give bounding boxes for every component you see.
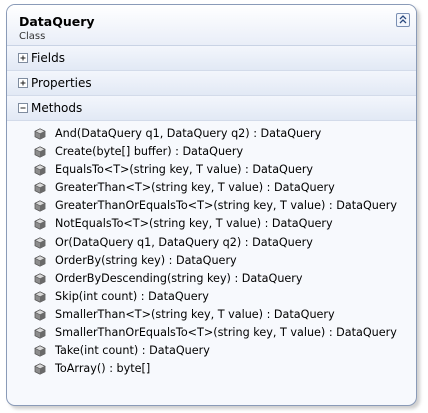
method-row[interactable]: Take(int count) : DataQuery [7,342,416,360]
method-row[interactable]: GreaterThan<T>(string key, T value) : Da… [7,179,416,197]
method-signature: Skip(int count) : DataQuery [55,289,209,303]
method-row[interactable]: And(DataQuery q1, DataQuery q2) : DataQu… [7,125,416,143]
method-row[interactable]: OrderByDescending(string key) : DataQuer… [7,270,416,288]
method-cube-icon [34,345,46,357]
method-signature: NotEqualsTo<T>(string key, T value) : Da… [55,217,333,231]
method-cube-icon [34,182,46,194]
method-row[interactable]: OrderBy(string key) : DataQuery [7,252,416,270]
section-methods-label: Methods [31,101,83,115]
method-row[interactable]: Skip(int count) : DataQuery [7,288,416,306]
method-row[interactable]: Or(DataQuery q1, DataQuery q2) : DataQue… [7,234,416,252]
section-properties[interactable]: Properties [7,71,416,96]
method-cube-icon [34,128,46,140]
method-row[interactable]: SmallerThanOrEqualsTo<T>(string key, T v… [7,324,416,342]
method-cube-icon [34,200,46,213]
class-title: DataQuery [19,14,95,29]
expand-plus-icon[interactable] [18,53,28,63]
method-signature: GreaterThan<T>(string key, T value) : Da… [55,181,335,195]
collapse-minus-icon[interactable] [18,103,28,113]
method-signature: SmallerThanOrEqualsTo<T>(string key, T v… [55,326,397,340]
method-row[interactable]: GreaterThanOrEqualsTo<T>(string key, T v… [7,197,416,215]
method-signature: And(DataQuery q1, DataQuery q2) : DataQu… [55,127,322,140]
method-signature: Create(byte[] buffer) : DataQuery [55,145,244,159]
method-list: And(DataQuery q1, DataQuery q2) : DataQu… [7,121,416,379]
method-row[interactable]: ToArray() : byte[] [7,360,416,378]
method-cube-icon [34,363,46,375]
expand-plus-icon[interactable] [18,78,28,88]
method-cube-icon [34,309,46,321]
method-cube-icon [34,164,46,176]
method-cube-icon [34,327,46,339]
section-methods[interactable]: Methods [7,96,416,121]
section-fields[interactable]: Fields [7,46,416,71]
section-fields-label: Fields [31,51,65,65]
method-row[interactable]: EqualsTo<T>(string key, T value) : DataQ… [7,161,416,179]
method-cube-icon [34,291,46,303]
method-row[interactable]: SmallerThan<T>(string key, T value) : Da… [7,306,416,324]
method-row[interactable]: NotEqualsTo<T>(string key, T value) : Da… [7,215,416,233]
method-signature: OrderByDescending(string key) : DataQuer… [55,271,303,285]
section-properties-label: Properties [31,76,92,90]
method-signature: Or(DataQuery q1, DataQuery q2) : DataQue… [55,235,313,249]
method-cube-icon [34,236,46,249]
method-signature: SmallerThan<T>(string key, T value) : Da… [55,307,335,321]
class-header: DataQuery Class [7,5,416,46]
class-box-dataquery[interactable]: DataQuery Class Fields Properties Method… [6,4,417,406]
method-signature: EqualsTo<T>(string key, T value) : DataQ… [55,163,314,177]
method-cube-icon [34,273,46,285]
class-stereotype: Class [19,31,46,42]
method-cube-icon [34,146,46,158]
method-row[interactable]: Create(byte[] buffer) : DataQuery [7,143,416,161]
method-signature: ToArray() : byte[] [55,362,151,376]
double-chevron-up-icon[interactable] [396,13,410,27]
method-cube-icon [34,218,46,231]
method-signature: GreaterThanOrEqualsTo<T>(string key, T v… [55,199,397,213]
method-cube-icon [34,255,46,267]
method-signature: OrderBy(string key) : DataQuery [55,253,237,267]
method-signature: Take(int count) : DataQuery [55,344,210,358]
